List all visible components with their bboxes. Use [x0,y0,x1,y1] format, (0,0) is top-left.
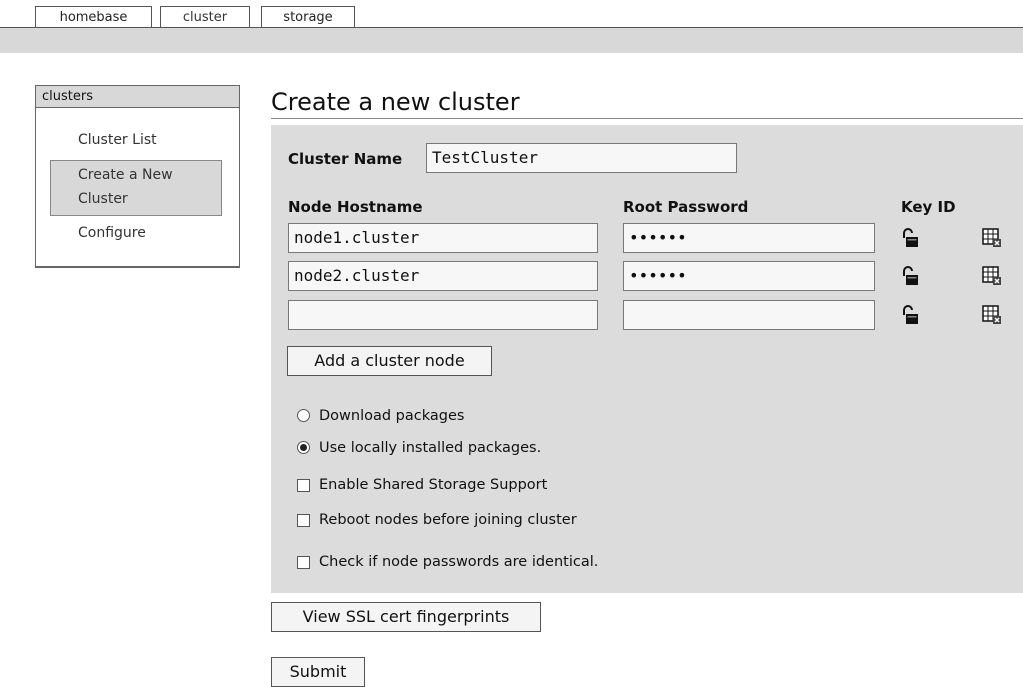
node-hostname-input[interactable] [288,300,598,330]
delete-row-icon[interactable] [981,304,1003,326]
tab-bar [0,27,1023,53]
node-hostname-input[interactable]: node1.cluster [288,223,598,253]
delete-row-icon[interactable] [981,265,1003,287]
unlock-icon[interactable] [900,265,922,287]
tab-cluster[interactable]: cluster [160,6,250,27]
sidebar-item-label-line2: Cluster [78,191,128,207]
title-divider [271,118,1023,119]
shared-storage-label: Enable Shared Storage Support [319,477,548,493]
reboot-nodes-label: Reboot nodes before joining cluster [319,512,577,528]
download-packages-label: Download packages [319,408,465,424]
view-ssl-fingerprints-button[interactable]: View SSL cert fingerprints [271,602,541,632]
root-password-input[interactable]: •••••• [623,261,875,291]
top-tabs: homebase cluster storage [0,0,1023,28]
page-title: Create a new cluster [271,88,520,116]
unlock-icon[interactable] [900,304,922,326]
add-cluster-node-button[interactable]: Add a cluster node [287,346,492,376]
root-password-input[interactable] [623,300,875,330]
unlock-icon[interactable] [900,227,922,249]
sidebar: clusters Cluster List Create a New Clust… [35,85,240,268]
cluster-name-label: Cluster Name [288,150,403,168]
node-hostname-input[interactable]: node2.cluster [288,261,598,291]
local-packages-label: Use locally installed packages. [319,440,542,456]
download-packages-radio[interactable] [297,409,310,422]
shared-storage-checkbox[interactable] [297,479,310,492]
sidebar-item-create-new-cluster[interactable]: Create a New Cluster [50,160,222,216]
sidebar-item-label-line1: Create a New [78,167,173,183]
cluster-name-input[interactable]: TestCluster [426,143,737,173]
local-packages-radio[interactable] [297,441,310,454]
sidebar-item-configure[interactable]: Configure [78,221,146,245]
sidebar-header: clusters [36,86,239,108]
delete-row-icon[interactable] [981,227,1003,249]
identical-passwords-checkbox[interactable] [297,556,310,569]
tab-storage[interactable]: storage [261,6,355,27]
reboot-nodes-checkbox[interactable] [297,514,310,527]
node-hostname-header: Node Hostname [288,198,423,216]
root-password-header: Root Password [623,198,749,216]
sidebar-item-cluster-list[interactable]: Cluster List [78,128,157,152]
identical-passwords-label: Check if node passwords are identical. [319,554,599,570]
root-password-input[interactable]: •••••• [623,223,875,253]
tab-homebase[interactable]: homebase [35,6,152,27]
key-id-header: Key ID [901,198,956,216]
